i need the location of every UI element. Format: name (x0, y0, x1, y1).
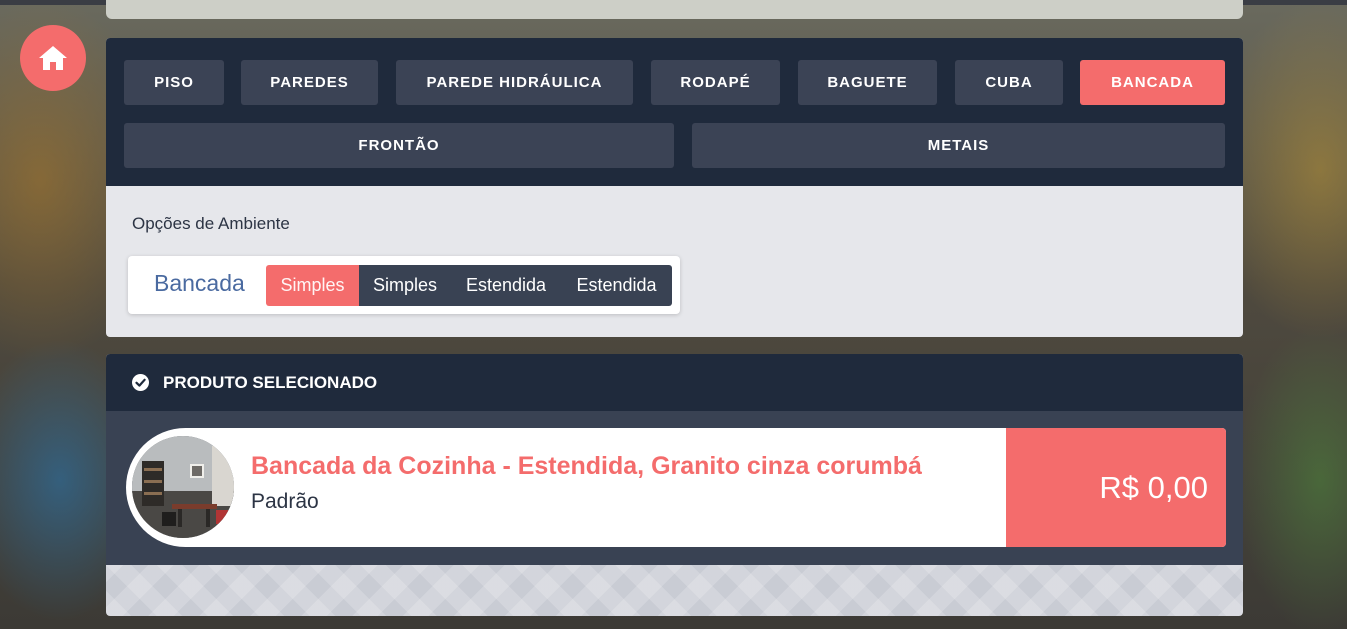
tab-metais[interactable]: METAIS (692, 123, 1225, 168)
option-estendida-2[interactable]: Estendida (561, 265, 672, 306)
option-simples-2[interactable]: Simples (359, 265, 451, 306)
product-header: PRODUTO SELECIONADO (106, 354, 1243, 411)
tab-label: PAREDES (270, 74, 349, 91)
category-tabs: PISO PAREDES PAREDE HIDRÁULICA RODAPÉ BA… (106, 38, 1243, 186)
product-body: Bancada da Cozinha - Estendida, Granito … (106, 411, 1243, 565)
options-section-label: Opções de Ambiente (132, 214, 290, 233)
previous-panel-edge (106, 0, 1243, 19)
option-label: Estendida (576, 275, 657, 295)
tab-label: RODAPÉ (680, 74, 751, 91)
tab-paredes[interactable]: PAREDES (241, 60, 378, 105)
tab-label: PAREDE HIDRÁULICA (426, 74, 603, 91)
home-button[interactable] (20, 25, 86, 91)
tab-baguete[interactable]: BAGUETE (798, 60, 937, 105)
option-group-card: Bancada Simples Simples Estendida Estend… (128, 256, 680, 314)
tab-bancada[interactable]: BANCADA (1080, 60, 1225, 105)
tab-parede-hidraulica[interactable]: PAREDE HIDRÁULICA (396, 60, 633, 105)
configurator-panel: PISO PAREDES PAREDE HIDRÁULICA RODAPÉ BA… (106, 38, 1243, 337)
tab-frontao[interactable]: FRONTÃO (124, 123, 674, 168)
option-label: Simples (280, 275, 345, 295)
product-title: Bancada da Cozinha - Estendida, Granito … (251, 452, 922, 480)
tab-piso[interactable]: PISO (124, 60, 224, 105)
tab-label: CUBA (985, 74, 1033, 91)
option-simples-1[interactable]: Simples (266, 265, 359, 306)
selected-product-panel: PRODUTO SELECIONADO Bancada da Cozinha -… (106, 354, 1243, 616)
product-subtitle: Padrão (251, 490, 319, 513)
tab-label: BAGUETE (827, 74, 908, 91)
product-card[interactable]: Bancada da Cozinha - Estendida, Granito … (126, 428, 1226, 547)
home-icon (39, 46, 67, 70)
room-thumbnail-image (132, 436, 234, 538)
product-price: R$ 0,00 (1099, 469, 1208, 505)
tab-rodape[interactable]: RODAPÉ (651, 60, 780, 105)
tab-label: METAIS (927, 137, 990, 154)
option-group-label: Bancada (154, 270, 245, 296)
option-label: Estendida (465, 275, 547, 295)
price-box: R$ 0,00 (1006, 428, 1226, 547)
option-label: Simples (372, 275, 438, 295)
tab-label: PISO (154, 74, 194, 91)
tab-cuba[interactable]: CUBA (955, 60, 1063, 105)
tab-label: BANCADA (1111, 74, 1194, 91)
product-header-title: PRODUTO SELECIONADO (163, 373, 378, 392)
option-estendida-1[interactable]: Estendida (451, 265, 561, 306)
tab-label: FRONTÃO (358, 137, 440, 154)
check-circle-icon (132, 374, 149, 391)
product-thumbnail (132, 436, 234, 538)
